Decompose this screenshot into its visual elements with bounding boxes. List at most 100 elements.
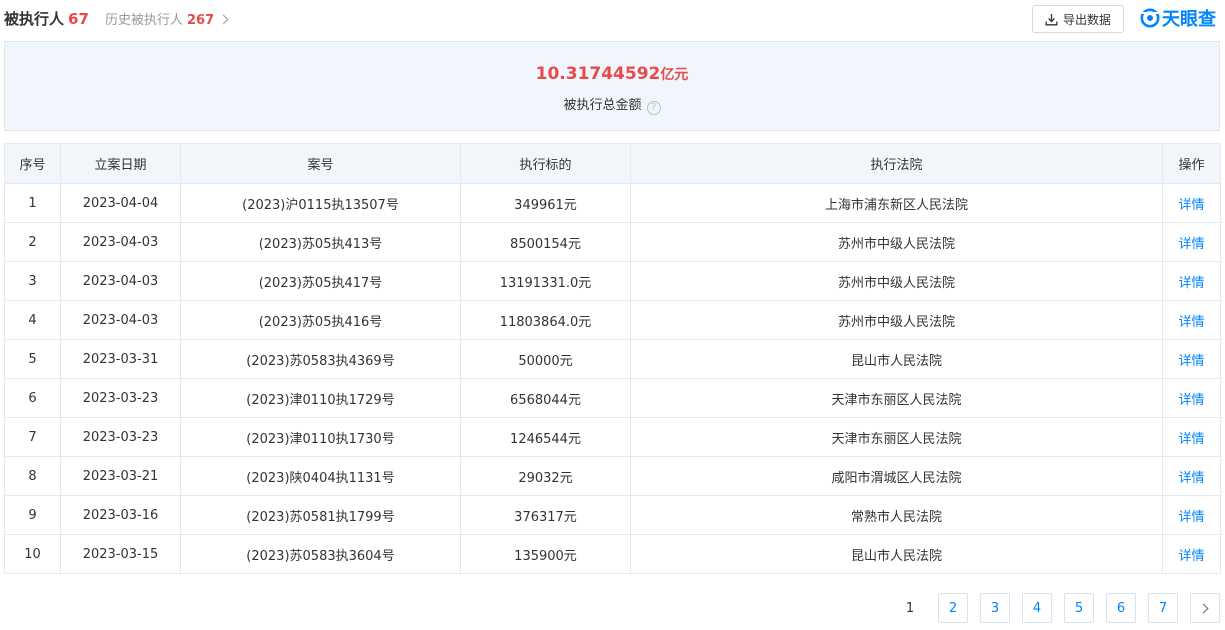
- executee-table: 序号 立案日期 案号 执行标的 执行法院 操作 1 2023-04-04 (20…: [4, 143, 1221, 574]
- cell-amount: 8500154元: [460, 222, 631, 262]
- column-header-no: 序号: [4, 143, 61, 184]
- title-count: 67: [68, 10, 89, 28]
- download-icon: [1045, 13, 1058, 25]
- history-count: 267: [187, 13, 215, 28]
- cell-date: 2023-04-03: [60, 222, 181, 262]
- detail-link[interactable]: 详情: [1178, 315, 1204, 330]
- table-row: 2 2023-04-03 (2023)苏05执413号 8500154元 苏州市…: [4, 222, 1221, 262]
- cell-no: 7: [4, 417, 61, 457]
- cell-no: 8: [4, 456, 61, 496]
- help-icon[interactable]: ?: [646, 101, 661, 115]
- cell-action: 详情: [1162, 339, 1221, 379]
- cell-court: 天津市东丽区人民法院: [630, 417, 1163, 457]
- cell-amount: 6568044元: [460, 378, 631, 418]
- total-amount-label: 被执行总金额: [563, 98, 642, 113]
- detail-link[interactable]: 详情: [1178, 393, 1204, 408]
- column-header-action: 操作: [1162, 143, 1221, 184]
- cell-case: (2023)陕0404执1131号: [180, 456, 461, 496]
- table-row: 4 2023-04-03 (2023)苏05执416号 11803864.0元 …: [4, 300, 1221, 340]
- detail-link[interactable]: 详情: [1178, 354, 1204, 369]
- cell-date: 2023-04-03: [60, 300, 181, 340]
- table-row: 5 2023-03-31 (2023)苏0583执4369号 50000元 昆山…: [4, 339, 1221, 379]
- table-row: 6 2023-03-23 (2023)津0110执1729号 6568044元 …: [4, 378, 1221, 418]
- cell-amount: 349961元: [460, 183, 631, 223]
- cell-date: 2023-03-15: [60, 534, 181, 574]
- cell-date: 2023-03-31: [60, 339, 181, 379]
- summary-panel: 10.31744592亿元 被执行总金额?: [4, 41, 1220, 131]
- cell-court: 天津市东丽区人民法院: [630, 378, 1163, 418]
- chevron-right-icon: [218, 14, 229, 25]
- logo-text: 天眼查: [1162, 9, 1216, 30]
- detail-link[interactable]: 详情: [1178, 510, 1204, 525]
- cell-case: (2023)苏0583执4369号: [180, 339, 461, 379]
- page-current: 1: [905, 600, 915, 616]
- table-row: 9 2023-03-16 (2023)苏0581执1799号 376317元 常…: [4, 495, 1221, 535]
- cell-case: (2023)苏05执416号: [180, 300, 461, 340]
- cell-date: 2023-03-16: [60, 495, 181, 535]
- cell-date: 2023-03-23: [60, 378, 181, 418]
- history-link[interactable]: 历史被执行人 267: [105, 9, 229, 28]
- cell-action: 详情: [1162, 456, 1221, 496]
- column-header-date: 立案日期: [60, 143, 181, 184]
- cell-action: 详情: [1162, 534, 1221, 574]
- cell-court: 昆山市人民法院: [630, 534, 1163, 574]
- cell-date: 2023-04-04: [60, 183, 181, 223]
- cell-case: (2023)苏0581执1799号: [180, 495, 461, 535]
- cell-court: 咸阳市渭城区人民法院: [630, 456, 1163, 496]
- cell-case: (2023)津0110执1730号: [180, 417, 461, 457]
- title-label: 被执行人: [4, 10, 65, 28]
- table-row: 1 2023-04-04 (2023)沪0115执13507号 349961元 …: [4, 183, 1221, 223]
- tianyancha-logo: 天眼查: [1140, 5, 1216, 31]
- table-header-row: 序号 立案日期 案号 执行标的 执行法院 操作: [4, 143, 1221, 184]
- detail-link[interactable]: 详情: [1178, 432, 1204, 447]
- cell-court: 苏州市中级人民法院: [630, 300, 1163, 340]
- total-amount-caption: 被执行总金额?: [5, 94, 1219, 115]
- table-row: 3 2023-04-03 (2023)苏05执417号 13191331.0元 …: [4, 261, 1221, 301]
- cell-no: 3: [4, 261, 61, 301]
- total-amount-value: 10.31744592: [535, 64, 661, 84]
- pagination: 1 2 3 4 5 6 7: [0, 593, 1225, 623]
- logo-eye-icon: [1140, 8, 1160, 28]
- cell-case: (2023)苏05执417号: [180, 261, 461, 301]
- page-link[interactable]: 4: [1022, 593, 1052, 623]
- cell-action: 详情: [1162, 417, 1221, 457]
- cell-no: 10: [4, 534, 61, 574]
- page-link[interactable]: 2: [938, 593, 968, 623]
- cell-amount: 11803864.0元: [460, 300, 631, 340]
- cell-no: 9: [4, 495, 61, 535]
- page-link[interactable]: 6: [1106, 593, 1136, 623]
- next-page-button[interactable]: [1190, 593, 1220, 623]
- cell-action: 详情: [1162, 378, 1221, 418]
- page-link[interactable]: 3: [980, 593, 1010, 623]
- detail-link[interactable]: 详情: [1178, 237, 1204, 252]
- column-header-case: 案号: [180, 143, 461, 184]
- cell-court: 苏州市中级人民法院: [630, 222, 1163, 262]
- cell-court: 上海市浦东新区人民法院: [630, 183, 1163, 223]
- detail-link[interactable]: 详情: [1178, 471, 1204, 486]
- cell-no: 5: [4, 339, 61, 379]
- cell-case: (2023)沪0115执13507号: [180, 183, 461, 223]
- cell-amount: 376317元: [460, 495, 631, 535]
- cell-action: 详情: [1162, 261, 1221, 301]
- detail-link[interactable]: 详情: [1178, 549, 1204, 564]
- cell-date: 2023-03-23: [60, 417, 181, 457]
- cell-action: 详情: [1162, 183, 1221, 223]
- cell-court: 常熟市人民法院: [630, 495, 1163, 535]
- cell-action: 详情: [1162, 495, 1221, 535]
- detail-link[interactable]: 详情: [1178, 276, 1204, 291]
- export-button[interactable]: 导出数据: [1032, 5, 1124, 33]
- cell-case: (2023)津0110执1729号: [180, 378, 461, 418]
- cell-amount: 1246544元: [460, 417, 631, 457]
- column-header-amount: 执行标的: [460, 143, 631, 184]
- top-bar: 被执行人 67 历史被执行人 267 导出数据 天眼查: [0, 0, 1225, 38]
- total-amount: 10.31744592亿元: [5, 64, 1219, 84]
- table-row: 8 2023-03-21 (2023)陕0404执1131号 29032元 咸阳…: [4, 456, 1221, 496]
- cell-court: 昆山市人民法院: [630, 339, 1163, 379]
- total-amount-unit: 亿元: [660, 67, 689, 83]
- page-link[interactable]: 5: [1064, 593, 1094, 623]
- cell-date: 2023-04-03: [60, 261, 181, 301]
- detail-link[interactable]: 详情: [1178, 198, 1204, 213]
- page-link[interactable]: 7: [1148, 593, 1178, 623]
- export-label: 导出数据: [1062, 12, 1111, 27]
- cell-action: 详情: [1162, 300, 1221, 340]
